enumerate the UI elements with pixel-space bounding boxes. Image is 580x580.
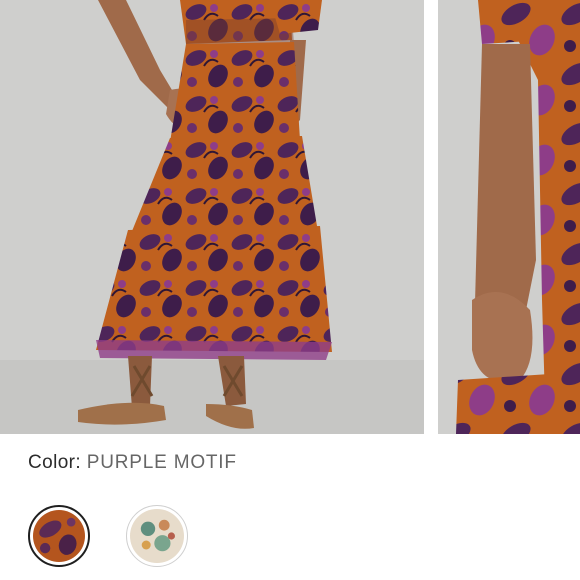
detail-product-photo[interactable] (438, 0, 580, 434)
purple-motif-swatch-pattern (33, 510, 85, 562)
swatch-floral-cream[interactable] (126, 505, 188, 567)
swatch-purple-motif[interactable] (28, 505, 90, 567)
color-label: Color: (28, 452, 82, 473)
color-value: PURPLE MOTIF (86, 452, 237, 473)
product-image-gallery (0, 0, 580, 434)
color-selection-label: Color: PURPLE MOTIF (28, 452, 237, 474)
main-product-photo[interactable] (0, 0, 424, 434)
floral-cream-swatch-pattern (130, 509, 184, 563)
skirt-detail-image (438, 0, 580, 434)
skirt-model-image (0, 0, 424, 434)
